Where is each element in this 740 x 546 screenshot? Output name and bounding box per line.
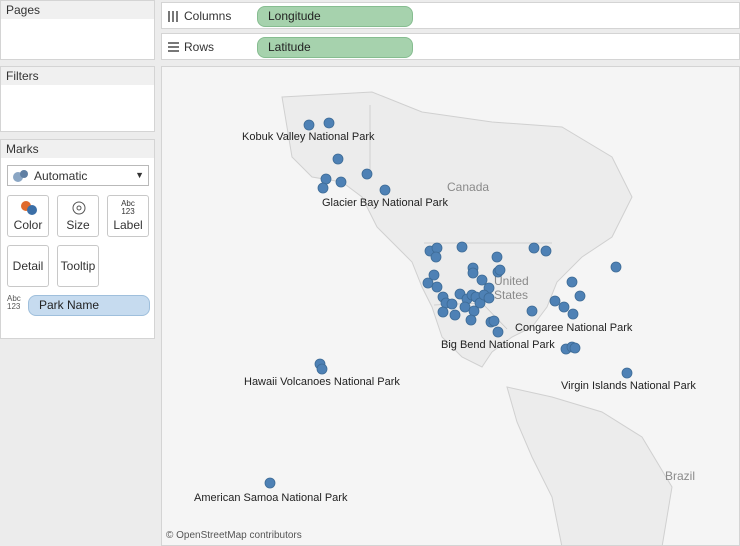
- label-button-label: Label: [113, 218, 143, 232]
- map-attribution[interactable]: © OpenStreetMap contributors: [166, 530, 302, 541]
- park-mark[interactable]: [431, 281, 443, 293]
- park-mark[interactable]: [569, 342, 581, 354]
- park-mark[interactable]: [476, 274, 488, 286]
- chevron-down-icon: ▼: [135, 170, 144, 180]
- filters-card[interactable]: Filters: [0, 66, 155, 132]
- geo-label-canada: Canada: [447, 180, 489, 194]
- park-label-virgin-islands: Virgin Islands National Park: [561, 380, 696, 392]
- rows-shelf[interactable]: Rows Latitude: [161, 33, 740, 60]
- string-type-icon: Abc 123: [7, 294, 21, 311]
- park-mark[interactable]: [567, 308, 579, 320]
- park-mark[interactable]: [467, 267, 479, 279]
- marks-card: Marks Automatic ▼ Color Size Abc 123 Lab…: [0, 139, 155, 339]
- longitude-pill[interactable]: Longitude: [257, 6, 413, 27]
- park-mark[interactable]: [549, 295, 561, 307]
- park-mark[interactable]: [610, 261, 622, 273]
- geo-label-brazil: Brazil: [665, 469, 695, 483]
- park-mark[interactable]: [430, 251, 442, 263]
- mark-type-value: Automatic: [34, 169, 88, 183]
- marks-title: Marks: [1, 140, 154, 158]
- map-canvas[interactable]: Canada United States Brazil Kobuk Valley…: [162, 67, 740, 546]
- park-mark[interactable]: [379, 184, 391, 196]
- park-mark[interactable]: [526, 305, 538, 317]
- park-mark[interactable]: [320, 173, 332, 185]
- park-name-pill[interactable]: Park Name: [28, 295, 150, 316]
- park-mark[interactable]: [491, 251, 503, 263]
- park-mark[interactable]: [264, 477, 276, 489]
- park-mark[interactable]: [492, 326, 504, 338]
- park-mark[interactable]: [465, 314, 477, 326]
- color-button-label: Color: [13, 218, 43, 232]
- park-mark[interactable]: [483, 292, 495, 304]
- park-mark[interactable]: [303, 119, 315, 131]
- label-field-row: Abc 123 Park Name: [7, 295, 150, 316]
- geo-label-states: States: [494, 288, 528, 302]
- park-mark[interactable]: [437, 306, 449, 318]
- park-mark[interactable]: [540, 245, 552, 257]
- filters-title: Filters: [1, 67, 154, 85]
- park-mark[interactable]: [566, 276, 578, 288]
- detail-button-label: Detail: [12, 259, 44, 273]
- label-button[interactable]: Abc 123 Label: [107, 195, 149, 237]
- park-label-hawaii: Hawaii Volcanoes National Park: [244, 376, 400, 388]
- color-button[interactable]: Color: [7, 195, 49, 237]
- label-abc-icon: Abc 123: [121, 199, 135, 216]
- map-view[interactable]: Canada United States Brazil Kobuk Valley…: [161, 66, 740, 546]
- mark-type-dropdown[interactable]: Automatic ▼: [7, 165, 149, 186]
- tooltip-button-label: Tooltip: [60, 259, 96, 273]
- park-mark[interactable]: [317, 182, 329, 194]
- park-mark[interactable]: [431, 242, 443, 254]
- park-mark[interactable]: [459, 301, 471, 313]
- latitude-pill[interactable]: Latitude: [257, 37, 413, 58]
- size-button-label: Size: [66, 218, 90, 232]
- park-mark[interactable]: [422, 277, 434, 289]
- automatic-mark-icon: [13, 170, 28, 182]
- park-label-big-bend: Big Bend National Park: [441, 339, 555, 351]
- park-mark[interactable]: [528, 242, 540, 254]
- park-label-american-samoa: American Samoa National Park: [194, 492, 348, 504]
- park-mark[interactable]: [446, 298, 458, 310]
- park-mark[interactable]: [574, 290, 586, 302]
- park-mark[interactable]: [558, 301, 570, 313]
- rows-label: Rows: [184, 40, 215, 54]
- size-button[interactable]: Size: [57, 195, 99, 237]
- tooltip-button[interactable]: Tooltip: [57, 245, 99, 287]
- park-mark[interactable]: [468, 305, 480, 317]
- detail-button[interactable]: Detail: [7, 245, 49, 287]
- pages-card: Pages: [0, 0, 155, 60]
- park-mark[interactable]: [361, 168, 373, 180]
- park-mark[interactable]: [332, 153, 344, 165]
- park-mark[interactable]: [449, 309, 461, 321]
- park-mark[interactable]: [494, 264, 506, 276]
- park-mark[interactable]: [488, 315, 500, 327]
- park-mark[interactable]: [335, 176, 347, 188]
- park-label-congaree: Congaree National Park: [515, 322, 633, 334]
- park-label-kobuk: Kobuk Valley National Park: [242, 131, 375, 143]
- park-mark[interactable]: [323, 117, 335, 129]
- columns-shelf[interactable]: Columns Longitude: [161, 2, 740, 29]
- park-mark[interactable]: [456, 241, 468, 253]
- columns-label: Columns: [184, 9, 232, 23]
- pages-title: Pages: [1, 1, 154, 19]
- size-icon: [72, 201, 86, 215]
- color-icon: [21, 201, 37, 215]
- park-mark[interactable]: [621, 367, 633, 379]
- park-label-glacier-bay: Glacier Bay National Park: [322, 197, 448, 209]
- park-mark[interactable]: [316, 363, 328, 375]
